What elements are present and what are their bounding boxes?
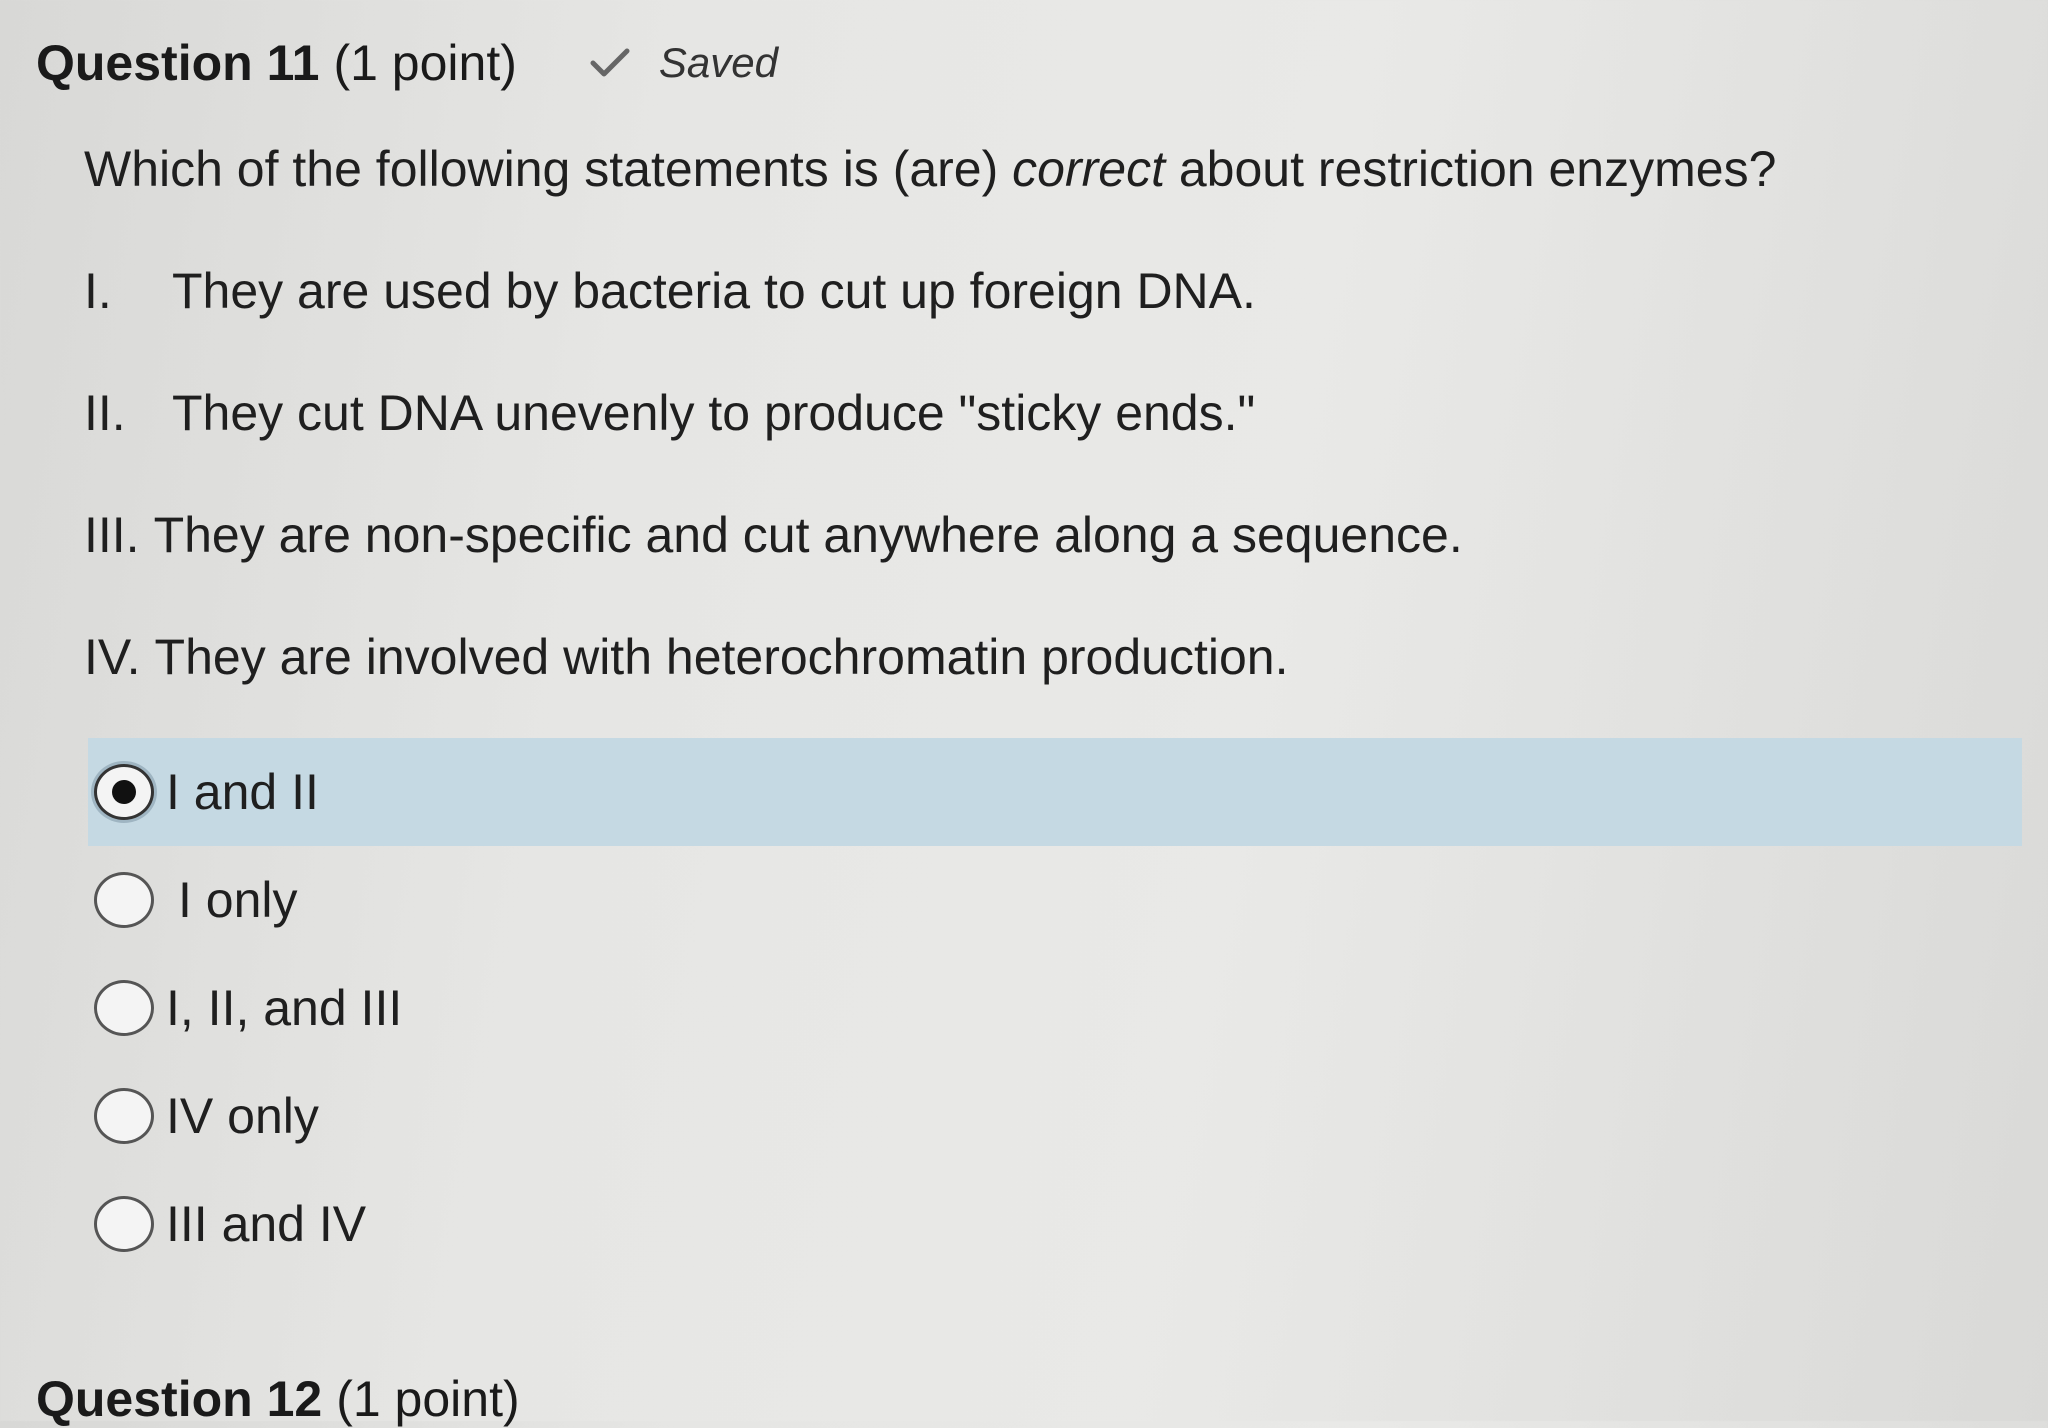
- radio-button[interactable]: [94, 872, 154, 928]
- prompt-text-start: Which of the following statements is (ar…: [84, 141, 1013, 197]
- statement-text: They cut DNA unevenly to produce "sticky…: [172, 385, 1256, 441]
- statement-text: They are involved with heterochromatin p…: [154, 629, 1289, 685]
- next-question-header: Question 12 (1 point): [36, 1370, 520, 1428]
- statement-number: I.: [84, 263, 112, 319]
- option-i-only[interactable]: I only: [88, 846, 2022, 954]
- option-label[interactable]: IV only: [166, 1087, 319, 1145]
- statement-i: I. They are used by bacteria to cut up f…: [84, 262, 1256, 320]
- option-label[interactable]: I and II: [166, 763, 319, 821]
- save-status: Saved: [589, 39, 778, 87]
- option-i-and-ii[interactable]: I and II: [88, 738, 2022, 846]
- statement-number: II.: [84, 385, 126, 441]
- option-label[interactable]: I, II, and III: [166, 979, 402, 1037]
- statement-iv: IV. They are involved with heterochromat…: [84, 628, 1288, 686]
- question-points: (1 point): [333, 35, 517, 91]
- prompt-emphasis: correct: [1012, 141, 1165, 197]
- next-question-title: Question 12: [36, 1371, 323, 1427]
- statement-text: They are non-specific and cut anywhere a…: [153, 507, 1463, 563]
- next-question-points: (1 point): [336, 1371, 520, 1427]
- question-title: Question 11: [36, 35, 320, 91]
- statement-ii: II. They cut DNA unevenly to produce "st…: [84, 384, 1255, 442]
- answer-options: I and II I only I, II, and III IV only I…: [88, 738, 2022, 1278]
- option-label[interactable]: I only: [178, 871, 298, 929]
- radio-dot: [112, 780, 136, 804]
- statement-number: III.: [84, 507, 140, 563]
- statement-iii: III. They are non-specific and cut anywh…: [84, 506, 1463, 564]
- option-label[interactable]: III and IV: [166, 1195, 366, 1253]
- option-iii-and-iv[interactable]: III and IV: [88, 1170, 2022, 1278]
- question-header: Question 11 (1 point) Saved: [36, 28, 778, 98]
- check-icon: [590, 48, 630, 77]
- saved-label: Saved: [658, 39, 778, 86]
- radio-button[interactable]: [94, 1196, 154, 1252]
- option-iv-only[interactable]: IV only: [88, 1062, 2022, 1170]
- prompt-text-end: about restriction enzymes?: [1164, 141, 1777, 197]
- radio-button[interactable]: [94, 980, 154, 1036]
- radio-button[interactable]: [94, 1088, 154, 1144]
- question-prompt: Which of the following statements is (ar…: [84, 140, 1776, 198]
- option-i-ii-and-iii[interactable]: I, II, and III: [88, 954, 2022, 1062]
- radio-button-selected[interactable]: [94, 764, 154, 820]
- statement-number: IV.: [84, 629, 141, 685]
- statement-text: They are used by bacteria to cut up fore…: [172, 263, 1256, 319]
